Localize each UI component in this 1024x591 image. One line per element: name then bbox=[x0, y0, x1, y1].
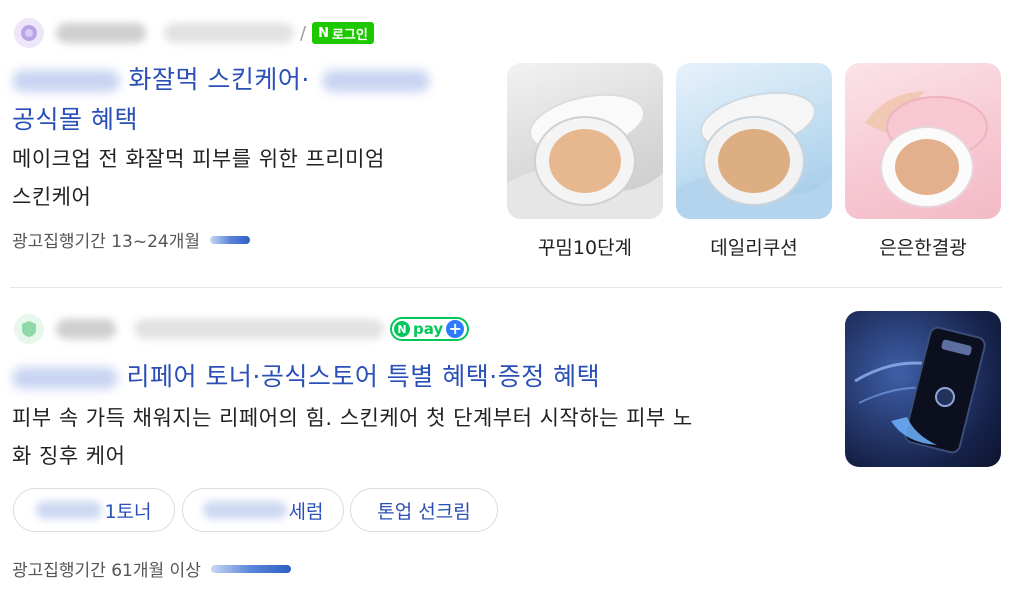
login-badge-label: 로그인 bbox=[331, 27, 368, 43]
cushion-compact-image-icon bbox=[507, 93, 663, 219]
thumbnail-1-label[interactable]: 꾸밈10단계 bbox=[505, 233, 665, 260]
ad-period-bar bbox=[210, 564, 291, 573]
ad-title-part: 화잘먹 스킨케어· bbox=[128, 65, 310, 94]
cushion-compact-image-icon bbox=[865, 91, 988, 208]
ad-title-link[interactable]: 리페어 토너·공식스토어 특별 혜택·증정 혜택 bbox=[12, 357, 600, 397]
serum-bottle-image-icon bbox=[854, 326, 986, 454]
ad-meta: 광고집행기간 61개월 이상 bbox=[12, 556, 291, 581]
ad-title-link[interactable]: 화잘먹 스킨케어· 공식몰 혜택 bbox=[12, 60, 431, 140]
thumbnail-2[interactable] bbox=[676, 63, 832, 219]
product-thumbnail[interactable] bbox=[845, 311, 1001, 467]
chip-blurred-text bbox=[36, 501, 103, 519]
brand-name-blurred bbox=[12, 367, 118, 389]
ad-description: 메이크업 전 화잘먹 피부를 위한 프리미엄 스킨케어 bbox=[12, 140, 385, 216]
ad-period-bar bbox=[210, 235, 251, 244]
ad-card-1: / N 로그인 화잘먹 스킨케어· 공식몰 혜택 메이크업 전 화잘먹 피부를 … bbox=[0, 0, 1024, 290]
npay-n-icon: N bbox=[394, 321, 410, 337]
advertiser-name-blurred[interactable] bbox=[56, 319, 116, 339]
advertiser-url-blurred[interactable] bbox=[164, 23, 294, 43]
ad-description-line1: 메이크업 전 화잘먹 피부를 위한 프리미엄 bbox=[12, 147, 385, 171]
chip-blurred-text bbox=[202, 501, 287, 519]
advertiser-favicon-icon[interactable] bbox=[14, 314, 44, 344]
chip-product-serum[interactable]: 세럼 bbox=[182, 488, 344, 532]
ad-card-2: N pay + 리페어 토너·공식스토어 특별 혜택·증정 혜택 피부 속 가득… bbox=[0, 290, 1024, 591]
npay-plus-icon: + bbox=[446, 320, 465, 338]
cushion-compact-image-icon bbox=[676, 91, 832, 219]
advertiser-url-blurred[interactable] bbox=[134, 319, 384, 339]
ad-source-row: / N 로그인 bbox=[14, 18, 374, 48]
chip-label: 톤업 선크림 bbox=[377, 500, 471, 523]
ad-description: 피부 속 가득 채워지는 리페어의 힘. 스킨케어 첫 단계부터 시작하는 피부… bbox=[12, 399, 693, 475]
separator-slash: / bbox=[300, 22, 307, 44]
advertiser-name-blurred[interactable] bbox=[56, 23, 146, 43]
npay-label: pay bbox=[413, 320, 444, 338]
ad-description-line2: 화 징후 케어 bbox=[12, 444, 126, 468]
naver-n-icon: N bbox=[318, 25, 329, 41]
chip-label: 세럼 bbox=[288, 500, 324, 523]
ad-divider bbox=[10, 287, 1002, 288]
ad-description-line2: 스킨케어 bbox=[12, 185, 92, 209]
thumbnail-1[interactable] bbox=[507, 63, 663, 219]
npay-badge[interactable]: N pay + bbox=[390, 317, 470, 341]
brand-name-blurred bbox=[12, 70, 120, 92]
naver-login-badge[interactable]: N 로그인 bbox=[312, 22, 374, 44]
product-name-blurred bbox=[322, 70, 431, 92]
ad-meta: 광고집행기간 13~24개월 bbox=[12, 227, 251, 252]
chip-tone-up-suncream[interactable]: 톤업 선크림 bbox=[350, 488, 498, 532]
ad-period-label: 광고집행기간 13~24개월 bbox=[12, 232, 201, 252]
ad-period-label: 광고집행기간 61개월 이상 bbox=[12, 561, 201, 581]
thumbnail-3[interactable] bbox=[845, 63, 1001, 219]
chip-label: 1토너 bbox=[104, 500, 152, 523]
thumbnail-3-label[interactable]: 은은한결광 bbox=[843, 233, 1003, 260]
thumbnail-2-label[interactable]: 데일리쿠션 bbox=[674, 233, 834, 260]
ad-title-part: 리페어 토너·공식스토어 특별 혜택·증정 혜택 bbox=[126, 362, 601, 391]
advertiser-favicon-icon[interactable] bbox=[14, 18, 44, 48]
chip-product-toner[interactable]: 1토너 bbox=[13, 488, 175, 532]
ad-title-line2: 공식몰 혜택 bbox=[12, 105, 138, 134]
ad-source-row: N pay + bbox=[14, 314, 470, 344]
ad-description-line1: 피부 속 가득 채워지는 리페어의 힘. 스킨케어 첫 단계부터 시작하는 피부… bbox=[12, 406, 693, 430]
